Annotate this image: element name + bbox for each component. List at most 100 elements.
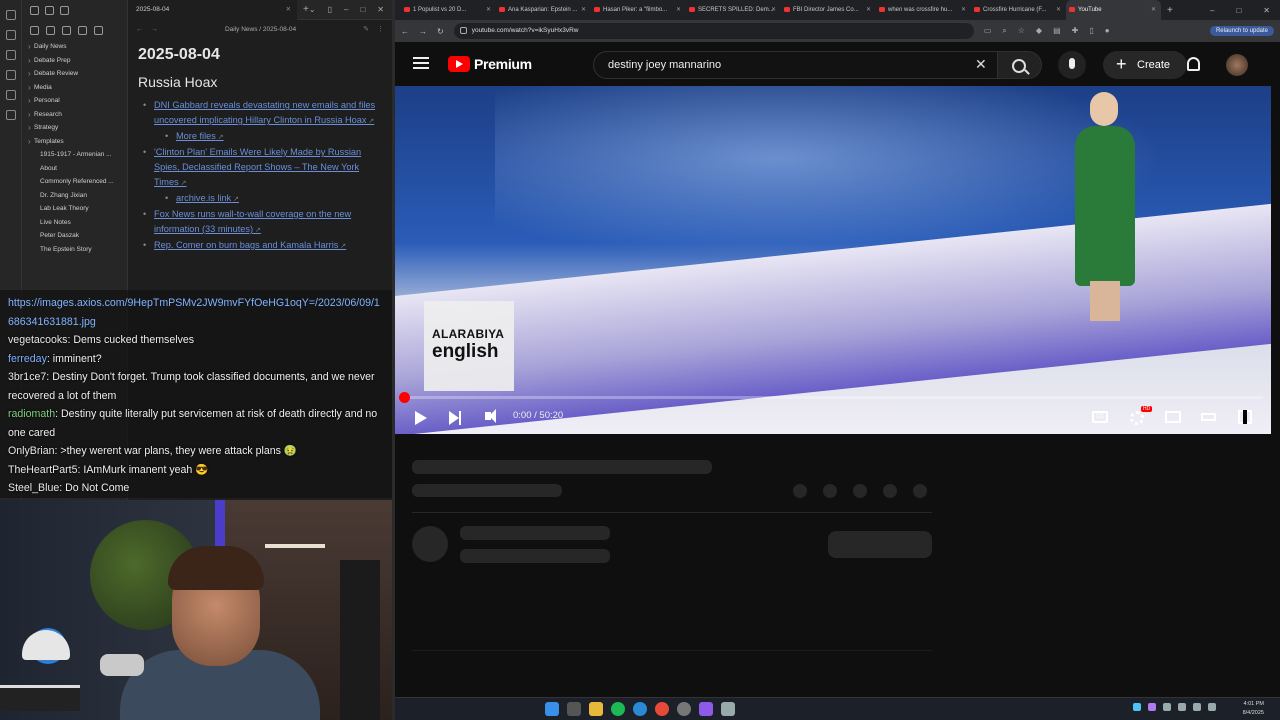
create-button[interactable]: Create <box>1103 50 1187 79</box>
chat-username[interactable]: OnlyBrian <box>8 445 55 457</box>
sidebar-file[interactable]: Commonly Referenced ... <box>22 175 127 189</box>
profile-icon[interactable]: ● <box>1105 26 1110 36</box>
browser-tab[interactable]: SECRETS SPILLED: Dem... ✕ <box>686 0 781 20</box>
new-folder-icon[interactable] <box>46 25 55 35</box>
sidebar-folder[interactable]: Templates <box>22 135 127 149</box>
tray-app-icon[interactable] <box>1163 703 1171 711</box>
maximize-icon[interactable]: □ <box>1236 6 1241 15</box>
bookmark-icon[interactable] <box>60 5 69 15</box>
note-link[interactable]: More files ↗ <box>138 129 382 145</box>
explorer-icon[interactable] <box>589 702 603 716</box>
close-tab-icon[interactable]: ✕ <box>866 0 871 20</box>
cast-icon[interactable]: ▭ <box>984 26 992 36</box>
play-icon[interactable] <box>415 411 427 425</box>
taskbar-clock[interactable]: 4:01 PM 8/4/2025 <box>1243 700 1264 717</box>
collapse-icon[interactable] <box>78 25 87 35</box>
spotify-icon[interactable] <box>611 702 625 716</box>
graph-icon[interactable] <box>5 50 16 60</box>
next-icon[interactable] <box>449 411 461 425</box>
more-icon[interactable]: ⋮ <box>377 25 384 33</box>
sidebar-folder[interactable]: Research <box>22 108 127 122</box>
miniplayer-icon[interactable] <box>1165 411 1181 423</box>
taskview-icon[interactable] <box>567 702 581 716</box>
extension-icon[interactable]: ◆ <box>1036 26 1042 36</box>
sidebar-file[interactable]: 1915-1917 - Armenian ... <box>22 148 127 162</box>
sidebar-file[interactable]: The Epstein Story <box>22 243 127 257</box>
menu-icon[interactable] <box>413 57 429 69</box>
sidebar-file[interactable]: Dr. Zhang Jixian <box>22 189 127 203</box>
new-tab-icon[interactable]: + <box>1167 5 1173 16</box>
forward-icon[interactable]: → <box>151 26 158 33</box>
progress-bar[interactable] <box>403 396 1263 399</box>
browser-tab[interactable]: Ana Kasparian: Epstein ... ✕ <box>496 0 591 20</box>
fullscreen-icon[interactable] <box>1238 410 1252 424</box>
folder-icon[interactable] <box>30 5 39 15</box>
sidebar-folder[interactable]: Debate Prep <box>22 54 127 68</box>
note-link[interactable]: DNI Gabbard reveals devastating new emai… <box>138 98 382 129</box>
video-player[interactable]: ALARABIYA english 0:00 / 50:20 CC HD <box>395 86 1271 434</box>
canvas-icon[interactable] <box>5 70 16 80</box>
address-bar[interactable]: youtube.com/watch?v=ikSyuHx3vRw <box>453 23 974 39</box>
browser-tab[interactable]: Hasan Piker: a "filmbo... ✕ <box>591 0 686 20</box>
clock-app-icon[interactable] <box>677 702 691 716</box>
volume-icon[interactable] <box>485 409 496 423</box>
battery-icon[interactable] <box>1208 703 1216 711</box>
note-link[interactable]: archive.is link ↗ <box>138 191 382 207</box>
clear-search-icon[interactable]: ✕ <box>975 56 987 73</box>
site-info-icon[interactable] <box>459 27 467 34</box>
minimize-icon[interactable]: – <box>344 5 348 14</box>
search-icon[interactable] <box>5 30 16 40</box>
notifications-icon[interactable] <box>1187 57 1200 71</box>
chrome-icon[interactable] <box>655 702 669 716</box>
extensions-puzzle-icon[interactable]: ✚ <box>1072 26 1079 36</box>
sidebar-folder[interactable]: Debate Review <box>22 67 127 81</box>
search-input[interactable]: destiny joey mannarino <box>593 51 998 79</box>
sidebar-folder[interactable]: Strategy <box>22 121 127 135</box>
chat-url-line[interactable]: https://images.axios.com/9HepTmPSMv2JW9m… <box>8 294 384 331</box>
close-icon[interactable]: ✕ <box>377 5 384 14</box>
close-icon[interactable]: ✕ <box>1263 6 1270 15</box>
chat-username[interactable]: vegetacooks <box>8 334 67 346</box>
note-link[interactable]: Rep. Comer on burn bags and Kamala Harri… <box>138 238 382 254</box>
youtube-logo-icon[interactable] <box>448 56 470 72</box>
sidebar-file[interactable]: Lab Leak Theory <box>22 202 127 216</box>
forward-icon[interactable]: → <box>419 27 427 36</box>
note-link[interactable]: Fox News runs wall-to-wall coverage on t… <box>138 207 382 238</box>
close-tab-icon[interactable]: ✕ <box>961 0 966 20</box>
sidebar-file[interactable]: Peter Daszak <box>22 229 127 243</box>
close-icon[interactable]: ✕ <box>286 0 291 20</box>
chat-username[interactable]: TheHeartPart5 <box>8 464 77 476</box>
sidebar-toggle-icon[interactable]: ▯ <box>328 5 332 14</box>
sort-icon[interactable] <box>62 25 71 35</box>
wifi-icon[interactable] <box>1178 703 1186 711</box>
note-tab[interactable]: 2025-08-04 ✕ <box>128 0 298 20</box>
sidebar-icon[interactable]: ▯ <box>1089 26 1093 36</box>
browser-tab[interactable]: Crossfire Hurricane (F... ✕ <box>971 0 1066 20</box>
sidebar-folder[interactable]: Daily News <box>22 40 127 54</box>
new-note-icon[interactable] <box>30 25 39 35</box>
search-button[interactable] <box>998 51 1042 79</box>
note-link[interactable]: 'Clinton Plan' Emails Were Likely Made b… <box>138 145 382 191</box>
volume-icon[interactable] <box>1193 703 1201 711</box>
close-tab-icon[interactable]: ✕ <box>771 0 776 20</box>
captions-icon[interactable]: CC <box>1092 411 1108 423</box>
maximize-icon[interactable]: □ <box>360 5 365 14</box>
notepad-icon[interactable] <box>721 702 735 716</box>
back-icon[interactable]: ← <box>401 27 409 36</box>
close-tab-icon[interactable]: ✕ <box>486 0 491 20</box>
bookmark-star-icon[interactable]: ☆ <box>1018 26 1025 36</box>
sidebar-folder[interactable]: Media <box>22 81 127 95</box>
chat-username[interactable]: radiomath <box>8 408 55 420</box>
browser-tab[interactable]: 1 Populist vs 20 D... ✕ <box>401 0 496 20</box>
command-icon[interactable] <box>5 110 16 120</box>
edge-icon[interactable] <box>633 702 647 716</box>
calendar-icon[interactable] <box>5 90 16 100</box>
browser-tab[interactable]: FBI Director James Co... ✕ <box>781 0 876 20</box>
close-icon[interactable] <box>94 25 103 35</box>
close-tab-icon[interactable]: ✕ <box>581 0 586 20</box>
tray-app-icon[interactable] <box>1148 703 1156 711</box>
trash-icon[interactable]: ▤ <box>1053 26 1061 36</box>
minimize-icon[interactable]: – <box>1210 6 1214 15</box>
youtube-brand[interactable]: Premium <box>474 56 532 72</box>
sidebar-file[interactable]: Live Notes <box>22 216 127 230</box>
